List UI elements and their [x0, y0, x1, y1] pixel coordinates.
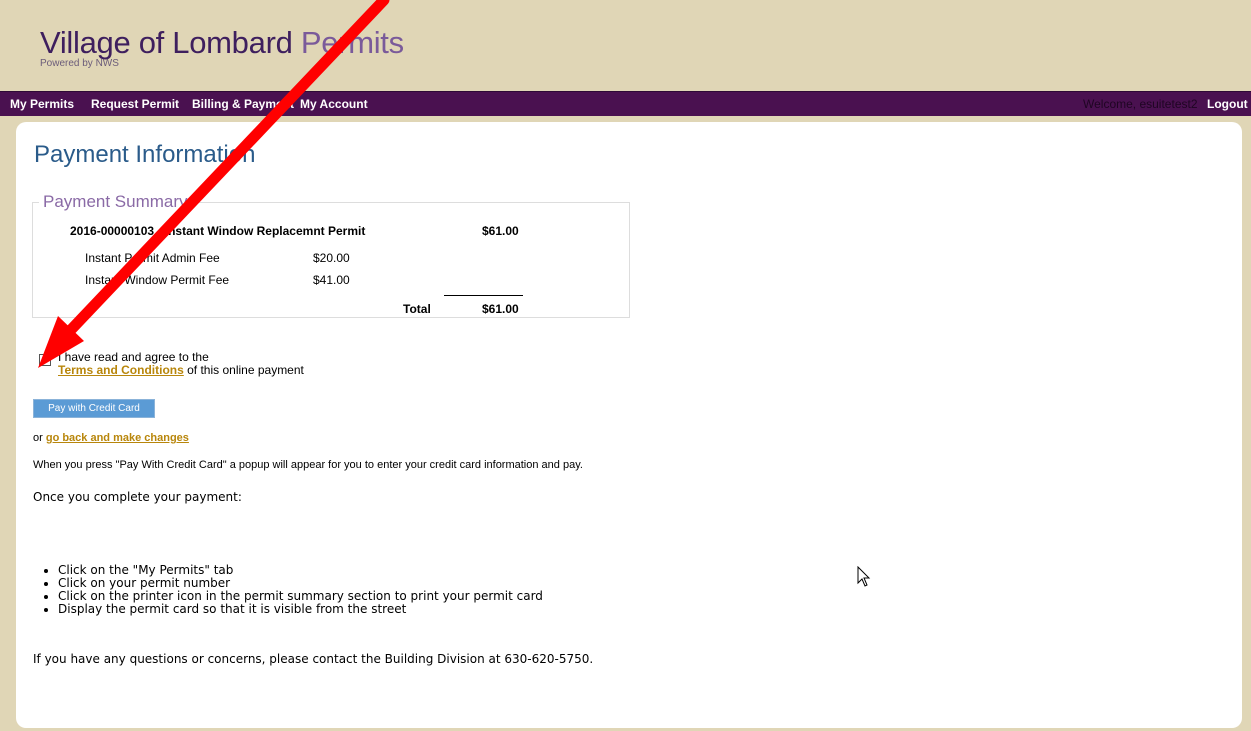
page-title: Payment Information [34, 141, 256, 168]
agree-text-before: I have read and agree to the [58, 350, 209, 364]
site-title-main: Village of Lombard [40, 25, 293, 60]
agree-checkbox[interactable] [39, 354, 51, 366]
nav-billing-payment[interactable]: Billing & Payment [192, 97, 294, 111]
fee-amount: $20.00 [313, 251, 350, 265]
permit-line: 2016-00000103 - Instant Window Replacemn… [70, 224, 366, 238]
agree-text-after: of this online payment [183, 363, 304, 377]
welcome-text: Welcome, esuitetest2 [1083, 97, 1198, 111]
logout-link[interactable]: Logout [1207, 97, 1248, 111]
popup-note: When you press "Pay With Credit Card" a … [33, 459, 583, 471]
fee-name: Instant Permit Admin Fee [85, 251, 220, 265]
list-item: Display the permit card so that it is vi… [58, 603, 543, 616]
main-nav: My Permits Request Permit Billing & Paym… [0, 91, 1251, 116]
terms-link[interactable]: Terms and Conditions [58, 363, 184, 377]
content-panel: Payment Information Payment Summary 2016… [16, 122, 1242, 728]
nav-request-permit[interactable]: Request Permit [91, 97, 179, 111]
total-amount: $61.00 [482, 302, 519, 316]
nav-my-permits[interactable]: My Permits [10, 97, 74, 111]
steps-list: Click on the "My Permits" tab Click on y… [34, 564, 543, 616]
agree-text: I have read and agree to the Terms and C… [58, 351, 304, 377]
total-divider [444, 295, 523, 296]
nav-my-account[interactable]: My Account [300, 97, 368, 111]
site-title-accent: Permits [300, 25, 404, 60]
site-title: Village of Lombard Permits [40, 26, 404, 60]
go-back-prefix: or [33, 432, 46, 444]
site-brand: Village of Lombard Permits Powered by NW… [40, 26, 404, 70]
once-complete-heading: Once you complete your payment: [33, 490, 242, 504]
go-back-link[interactable]: go back and make changes [46, 432, 189, 444]
fee-name: Instant Window Permit Fee [85, 273, 230, 287]
mouse-cursor-icon [857, 566, 871, 587]
contact-note: If you have any questions or concerns, p… [33, 652, 594, 666]
total-label: Total [403, 302, 431, 316]
fee-amount: $41.00 [313, 273, 350, 287]
pay-with-credit-card-button[interactable]: Pay with Credit Card [33, 399, 155, 418]
permit-amount: $61.00 [482, 224, 519, 238]
payment-summary-legend: Payment Summary [43, 192, 188, 211]
go-back-line: or go back and make changes [33, 432, 189, 444]
